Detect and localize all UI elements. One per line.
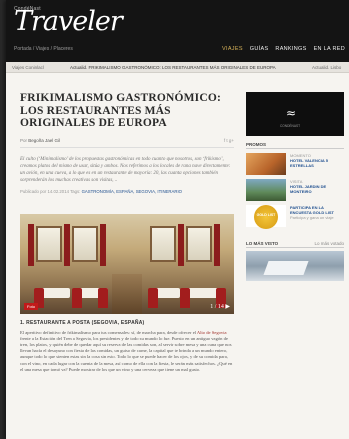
- window-shape: [186, 225, 212, 262]
- article-body: El aperitivo definitivo de frikimalismo …: [20, 330, 234, 373]
- article-photo[interactable]: Foto 1 / 14 ▶: [20, 213, 234, 314]
- sidebar: ≈ CONDÉNAST PROMOS MOMENTO HOTEL VALENCI…: [246, 92, 344, 281]
- nav-rankings[interactable]: RANKINGS: [275, 46, 306, 52]
- window-shape: [72, 225, 98, 262]
- promo-item[interactable]: VISITA HOTEL JARDIN DE MONTEIRO: [246, 179, 344, 201]
- curtain-shape: [214, 223, 220, 266]
- section-title: 1. RESTAURANTE A POSTA (SEGOVIA, ESPAÑA): [20, 319, 145, 326]
- author-link[interactable]: Begoña Jael Gil: [28, 138, 60, 143]
- window-shape: [36, 225, 62, 262]
- chair-shape: [148, 287, 158, 308]
- article-headline: FRIKIMALISMO GASTRONÓMICO: LOS RESTAURAN…: [20, 92, 222, 129]
- promo-item[interactable]: GOLD LIST PARTICIPA EN LA ENCUESTA GOLD …: [246, 205, 344, 231]
- window-shape: [150, 225, 176, 262]
- most-voted-tab[interactable]: Lo más votado: [314, 241, 344, 246]
- curtain-shape: [28, 223, 34, 266]
- ad-caption: CONDÉNAST: [280, 124, 301, 128]
- promo-title[interactable]: PARTICIPA EN LA ENCUESTA GOLD LIST: [290, 205, 334, 215]
- nav-viajes[interactable]: VIAJES: [222, 46, 243, 52]
- share-icons[interactable]: f t g+: [224, 138, 234, 143]
- promo-thumbnail[interactable]: [246, 179, 286, 201]
- table-shape: [40, 287, 70, 298]
- nav-en-la-red[interactable]: EN LA RED: [314, 46, 345, 52]
- ad-logo-icon: ≈: [286, 106, 297, 120]
- photo-next-arrow[interactable]: 1 / 14 ▶: [210, 303, 230, 310]
- breadcrumb[interactable]: Portada / Viajes / Placeres: [14, 46, 73, 52]
- table-shape: [188, 287, 218, 298]
- site-header: CondéNast Traveler Portada / Viajes / Pl…: [6, 0, 349, 62]
- byline-prefix: Por: [20, 137, 28, 143]
- article-tags[interactable]: GASTRONOMÍA, ESPAÑA, SEGOVIA, ITINERARIO: [82, 189, 182, 194]
- body-text-2: frente a la Estación del Tren a Segovia,…: [20, 335, 233, 372]
- promo-title[interactable]: HOTEL VALENCIA 5 ESTRELLAS: [290, 158, 328, 168]
- article-lead: El culto (‘Minimalismo’ de los propuesta…: [20, 156, 231, 183]
- subbar-left-link[interactable]: Viajes Coninlacl: [12, 65, 44, 70]
- aisle-shape: [112, 273, 142, 314]
- photo-badge: Foto: [24, 302, 39, 310]
- curtain-shape: [178, 223, 184, 266]
- body-link[interactable]: Alto de Segovia: [197, 330, 227, 335]
- site-logo[interactable]: Traveler: [14, 6, 123, 37]
- promo-thumbnail[interactable]: [246, 153, 286, 175]
- most-viewed-tab[interactable]: LO MÁS VISTO: [246, 241, 278, 246]
- chair-shape: [180, 287, 190, 308]
- chair-shape: [72, 287, 82, 308]
- body-text-1: El aperitivo definitivo de frikimalismo …: [20, 329, 197, 335]
- promo-title[interactable]: HOTEL JARDIN DE MONTEIRO: [290, 184, 326, 194]
- subbar-right-link[interactable]: Actualid. Lisbo: [312, 65, 341, 70]
- article: FRIKIMALISMO GASTRONÓMICO: LOS RESTAURAN…: [20, 92, 234, 373]
- secondary-bar: Viajes Coninlacl Actualid. FRIKIMALISMO …: [6, 62, 349, 73]
- article-meta: Publicado por 14.02.2014 Tags: GASTRONOM…: [20, 189, 234, 194]
- promo-subtitle: Participa y gana un viaje: [290, 215, 334, 220]
- promo-item[interactable]: MOMENTO HOTEL VALENCIA 5 ESTRELLAS: [246, 153, 344, 175]
- web-page: CondéNast Traveler Portada / Viajes / Pl…: [6, 0, 349, 439]
- byline: Por Begoña Jael Gil: [20, 138, 60, 143]
- curtain-shape: [100, 223, 106, 266]
- nav-guias[interactable]: GUÍAS: [250, 46, 269, 52]
- curtain-shape: [64, 223, 70, 266]
- most-viewed-heading: LO MÁS VISTO Lo más votado: [246, 241, 344, 248]
- promo-thumbnail[interactable]: GOLD LIST: [246, 205, 286, 229]
- promos-heading: PROMOS: [246, 142, 344, 149]
- most-viewed-image[interactable]: [246, 251, 344, 281]
- publish-meta: Publicado por 14.02.2014 Tags:: [20, 188, 81, 194]
- main-nav: VIAJES GUÍAS RANKINGS EN LA RED: [222, 46, 345, 52]
- gold-list-seal-icon: GOLD LIST: [254, 205, 278, 229]
- ad-banner[interactable]: ≈ CONDÉNAST: [246, 92, 344, 136]
- gold-seal-label: GOLD LIST: [256, 213, 276, 217]
- subbar-ticker[interactable]: Actualid. FRIKIMALISMO GASTRONÓMICO: LOS…: [70, 65, 276, 70]
- byline-row: Por Begoña Jael Gil f t g+: [20, 138, 234, 148]
- chair-shape: [98, 287, 108, 308]
